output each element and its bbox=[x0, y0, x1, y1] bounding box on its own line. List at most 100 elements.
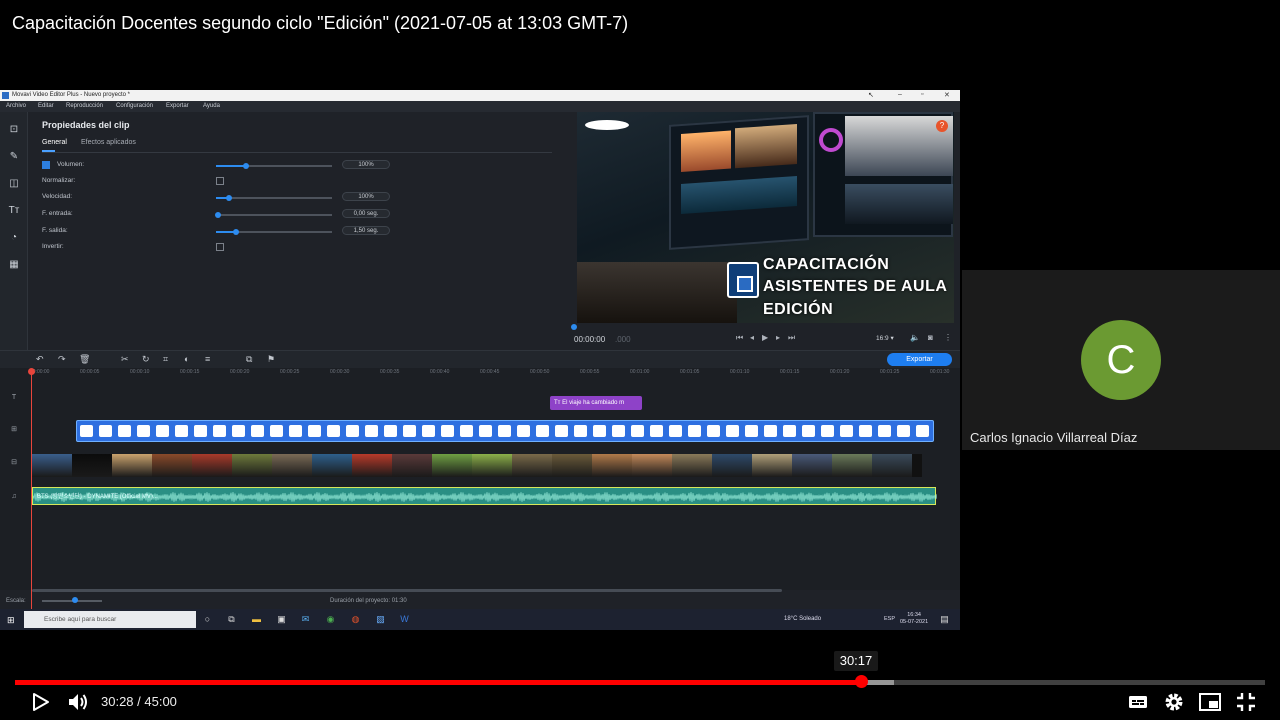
taskbar-search[interactable]: Escribe aquí para buscar bbox=[24, 611, 196, 628]
snapshot-icon[interactable]: ◙ bbox=[928, 333, 933, 342]
volume-icon[interactable]: 🔈 bbox=[910, 333, 920, 342]
color-icon[interactable]: ◐ bbox=[184, 354, 189, 364]
titles-icon[interactable]: Tт bbox=[7, 203, 21, 217]
menu-exportar[interactable]: Exportar bbox=[166, 103, 189, 109]
video-player[interactable]: Capacitación Docentes segundo ciclo "Edi… bbox=[0, 0, 1280, 720]
video-thumbnail bbox=[792, 454, 832, 477]
clip-properties-panel: Propiedades del clip General Efectos apl… bbox=[29, 112, 569, 350]
preview-frame[interactable]: ? CAPACITACIÓN ASISTENTES DE AULA EDICIÓ… bbox=[577, 112, 954, 323]
store-icon[interactable]: ▣ bbox=[276, 614, 287, 625]
timeline-toolbar: ↶ ↷ 🗑 ✂ ↻ ⌗ ◐ ≡ ⧉ ⚑ Exportar bbox=[0, 350, 960, 368]
normalize-label: Normalizar: bbox=[42, 177, 76, 184]
video-thumbnail bbox=[32, 454, 72, 477]
skip-start-icon[interactable]: ⏮ bbox=[736, 333, 743, 343]
menu-ayuda[interactable]: Ayuda bbox=[203, 103, 220, 109]
preview-scrubber[interactable] bbox=[571, 324, 577, 330]
speed-slider[interactable] bbox=[216, 195, 332, 201]
export-button[interactable]: Exportar bbox=[887, 353, 952, 366]
weather-widget[interactable]: 18°C Soleado bbox=[784, 616, 821, 622]
miniplayer-button[interactable] bbox=[1198, 690, 1222, 714]
overlay-frame bbox=[213, 425, 226, 437]
language-indicator[interactable]: ESP bbox=[884, 616, 895, 622]
progress-scrubber[interactable] bbox=[855, 675, 869, 688]
chrome-icon[interactable]: ◉ bbox=[325, 614, 336, 625]
overlay-clip[interactable] bbox=[76, 420, 934, 442]
video-thumbnail bbox=[232, 454, 272, 477]
play-icon[interactable]: ▶ bbox=[762, 333, 768, 342]
cut-icon[interactable]: ✂ bbox=[121, 354, 129, 365]
video-clips[interactable] bbox=[32, 454, 922, 477]
playhead-handle[interactable] bbox=[28, 368, 35, 375]
menu-configuracion[interactable]: Configuración bbox=[116, 103, 153, 109]
fade-in-row: F. entrada: 0,00 seg. bbox=[42, 208, 562, 220]
overlay-frame bbox=[422, 425, 435, 437]
magic-wand-icon[interactable]: ✎ bbox=[7, 149, 21, 163]
marker-icon[interactable]: ⚑ bbox=[267, 354, 275, 365]
notifications-icon[interactable]: ▤ bbox=[939, 614, 950, 625]
audio-clip[interactable]: BTS (방탄소년단) - DYNAMITE (Official MV)... bbox=[32, 487, 937, 505]
skip-end-icon[interactable]: ⏭ bbox=[788, 333, 795, 343]
cortana-icon[interactable]: ○ bbox=[202, 614, 213, 625]
subtitles-button[interactable] bbox=[1126, 690, 1150, 714]
maximize-icon[interactable]: ▫ bbox=[921, 91, 923, 98]
stickers-icon[interactable]: ◔ bbox=[7, 230, 21, 244]
normalize-checkbox[interactable] bbox=[216, 177, 224, 185]
volume-slider[interactable] bbox=[216, 163, 332, 169]
fade-out-slider[interactable] bbox=[216, 229, 332, 235]
step-back-icon[interactable]: ◂ bbox=[750, 333, 754, 342]
speed-value[interactable]: 100% bbox=[342, 192, 390, 201]
more-icon[interactable]: ⋮ bbox=[944, 333, 952, 342]
transitions-icon[interactable]: ◫ bbox=[7, 176, 21, 190]
overlay-frame bbox=[536, 425, 549, 437]
menu-archivo[interactable]: Archivo bbox=[6, 103, 26, 109]
fade-in-value[interactable]: 0,00 seg. bbox=[342, 209, 390, 218]
minimize-icon[interactable]: – bbox=[898, 91, 902, 98]
menu-reproduccion[interactable]: Reproducción bbox=[66, 103, 103, 109]
mail-icon[interactable]: ✉ bbox=[300, 614, 311, 625]
preview-logo bbox=[727, 262, 759, 298]
exit-fullscreen-button[interactable] bbox=[1234, 690, 1258, 714]
overlay-frame bbox=[859, 425, 872, 437]
movavi-taskbar-icon[interactable]: ▧ bbox=[375, 614, 386, 625]
timeline-ruler[interactable]: 00:00:00 00:00:05 00:00:10 00:00:15 00:00:20… bbox=[0, 368, 960, 380]
fade-out-value[interactable]: 1,50 seg. bbox=[342, 226, 390, 235]
step-forward-icon[interactable]: ▸ bbox=[776, 333, 780, 342]
volume-checkbox[interactable] bbox=[42, 161, 50, 169]
crop-icon[interactable]: ⌗ bbox=[163, 354, 168, 365]
settings-list-icon[interactable]: ≡ bbox=[205, 354, 210, 364]
participant-tile: C Carlos Ignacio Villarreal Díaz bbox=[962, 270, 1280, 450]
timeline-scrollbar[interactable] bbox=[32, 589, 782, 592]
task-view-icon[interactable]: ⧉ bbox=[226, 614, 237, 625]
scale-slider-knob[interactable] bbox=[72, 597, 78, 603]
menu-editar[interactable]: Editar bbox=[38, 103, 54, 109]
redo-icon[interactable]: ↷ bbox=[58, 354, 66, 365]
ruler-tick: 00:01:15 bbox=[780, 369, 800, 375]
volume-button[interactable] bbox=[66, 690, 90, 714]
undo-icon[interactable]: ↶ bbox=[36, 354, 44, 365]
title-clip[interactable]: Tт El viaje ha cambiado m bbox=[550, 396, 642, 410]
more-tools-icon[interactable]: ▦ bbox=[7, 257, 21, 271]
overlay-icon[interactable]: ⧉ bbox=[246, 354, 252, 365]
file-explorer-icon[interactable]: ▬ bbox=[251, 614, 262, 625]
rotate-icon[interactable]: ↻ bbox=[142, 354, 150, 365]
fade-in-slider[interactable] bbox=[215, 212, 332, 218]
invert-checkbox[interactable] bbox=[216, 243, 224, 251]
playhead[interactable] bbox=[31, 369, 32, 614]
aspect-ratio-select[interactable]: 16:9 ▾ bbox=[876, 334, 894, 342]
tab-general[interactable]: General bbox=[42, 139, 67, 146]
help-icon[interactable]: ? bbox=[936, 120, 948, 132]
volume-value[interactable]: 100% bbox=[342, 160, 390, 169]
progress-bar[interactable] bbox=[15, 680, 1265, 685]
delete-icon[interactable]: 🗑 bbox=[79, 354, 90, 365]
close-icon[interactable]: ✕ bbox=[944, 91, 950, 99]
invert-label: Invertir: bbox=[42, 243, 64, 250]
settings-button[interactable] bbox=[1162, 690, 1186, 714]
browser-icon[interactable]: ◍ bbox=[350, 614, 361, 625]
word-icon[interactable]: W bbox=[399, 614, 410, 625]
windows-start-icon[interactable]: ⊞ bbox=[7, 615, 15, 626]
properties-title: Propiedades del clip bbox=[42, 120, 130, 130]
import-icon[interactable]: ⊡ bbox=[7, 122, 21, 136]
play-button[interactable] bbox=[28, 690, 52, 714]
taskbar-clock[interactable]: 16:34 05-07-2021 bbox=[900, 612, 928, 626]
tab-effects[interactable]: Efectos aplicados bbox=[81, 139, 136, 146]
